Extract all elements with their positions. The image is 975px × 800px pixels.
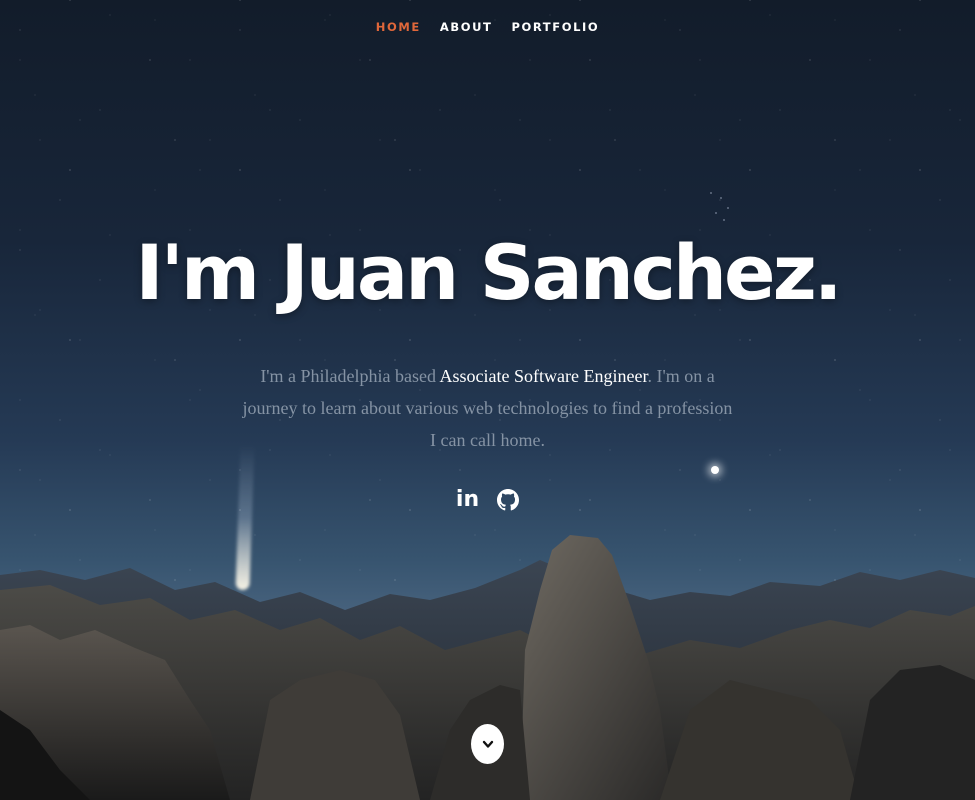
github-link[interactable] — [496, 486, 519, 514]
star-cluster — [706, 188, 736, 224]
bright-star — [711, 466, 719, 474]
hero-headline: I'm Juan Sanchez. — [135, 228, 842, 317]
github-icon — [496, 489, 519, 511]
intro-text-prefix: I'm a Philadelphia based — [260, 366, 440, 386]
linkedin-link[interactable]: in — [455, 486, 480, 514]
nav-item-portfolio[interactable]: PORTFOLIO — [511, 20, 599, 34]
hero-section: HOME ABOUT PORTFOLIO I'm Juan Sanchez. I… — [0, 0, 975, 800]
social-links: in — [0, 486, 975, 514]
hero-intro: I'm a Philadelphia based Associate Softw… — [240, 360, 735, 456]
nav-item-about[interactable]: ABOUT — [440, 20, 493, 34]
scroll-down-button[interactable] — [471, 724, 504, 764]
main-nav: HOME ABOUT PORTFOLIO — [0, 20, 975, 34]
nav-item-home[interactable]: HOME — [376, 20, 421, 34]
intro-highlight: Associate Software Engineer — [439, 366, 648, 386]
linkedin-icon: in — [455, 487, 480, 512]
chevron-down-icon — [482, 740, 493, 748]
